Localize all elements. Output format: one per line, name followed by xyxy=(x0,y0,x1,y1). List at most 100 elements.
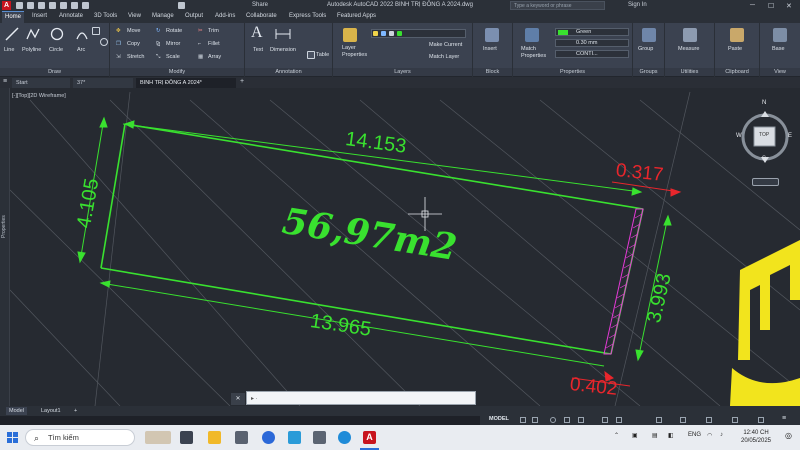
task-view-icon[interactable] xyxy=(180,431,193,444)
tab-featured-apps[interactable]: Featured Apps xyxy=(337,13,376,19)
workspace-switch-icon[interactable] xyxy=(680,417,686,423)
wifi-icon[interactable]: ◠ xyxy=(707,432,712,439)
chrome-icon[interactable] xyxy=(338,431,351,444)
viewcube-east-label[interactable]: E xyxy=(788,133,792,139)
circle-icon[interactable] xyxy=(50,27,64,41)
array-button[interactable]: Array xyxy=(208,54,221,60)
plot-icon[interactable] xyxy=(82,2,89,9)
clean-screen-icon[interactable] xyxy=(758,417,764,423)
file-tab-start[interactable]: Start xyxy=(12,78,70,88)
polyline-icon[interactable] xyxy=(26,27,40,41)
dimension-button[interactable]: Dimension xyxy=(270,47,296,53)
tab-output[interactable]: Output xyxy=(185,13,203,19)
text-icon[interactable]: A xyxy=(251,24,263,42)
annotation-scale-icon[interactable] xyxy=(656,417,662,423)
hardware-acceleration-icon[interactable] xyxy=(732,417,738,423)
app-icon[interactable] xyxy=(235,431,248,444)
line-button[interactable]: Line xyxy=(4,47,14,53)
lineweight-icon[interactable] xyxy=(602,417,608,423)
share-button[interactable]: Share xyxy=(252,2,268,8)
insert-button[interactable]: Insert xyxy=(483,46,497,52)
ellipse-icon[interactable] xyxy=(100,38,108,46)
drawing-canvas[interactable]: Properties [-][Top][2D Wireframe] TOP N … xyxy=(0,88,800,406)
taskbar-search-input[interactable]: ⌕ Tìm kiếm xyxy=(25,429,135,446)
file-tab-active[interactable]: BINH TRỊ ĐÔNG A 2024* xyxy=(136,78,236,88)
scale-button[interactable]: Scale xyxy=(166,54,180,60)
tray-expand-icon[interactable]: ⌃ xyxy=(614,432,619,439)
autocad-taskbar-icon[interactable]: A xyxy=(363,431,376,444)
viewcube-north-label[interactable]: N xyxy=(762,100,766,106)
tab-home[interactable]: Home xyxy=(2,11,25,23)
match-properties-icon[interactable] xyxy=(525,28,539,42)
isolate-objects-icon[interactable] xyxy=(706,417,712,423)
ortho-icon[interactable] xyxy=(550,417,556,423)
layer-properties-button[interactable]: Layer Properties xyxy=(342,45,370,59)
tab-3d-tools[interactable]: 3D Tools xyxy=(94,13,117,19)
save-icon[interactable] xyxy=(38,2,45,9)
tab-layout1[interactable]: Layout1 xyxy=(38,407,64,415)
match-layer-button[interactable]: Match Layer xyxy=(429,54,459,60)
new-tab-icon[interactable]: + xyxy=(240,78,244,85)
menu-icon[interactable]: ≡ xyxy=(3,78,7,85)
match-properties-button[interactable]: Match Properties xyxy=(521,46,551,60)
group-button[interactable]: Group xyxy=(638,46,653,52)
tab-add-ins[interactable]: Add-ins xyxy=(215,13,235,19)
zalo-icon[interactable] xyxy=(288,431,301,444)
mirror-button[interactable]: Mirror xyxy=(166,41,180,47)
paste-icon[interactable] xyxy=(730,28,744,42)
open-file-icon[interactable] xyxy=(27,2,34,9)
maximize-icon[interactable]: ☐ xyxy=(768,2,774,10)
layer-properties-icon[interactable] xyxy=(343,28,357,42)
wcs-menu-button[interactable] xyxy=(752,178,779,186)
redo-icon[interactable] xyxy=(71,2,78,9)
base-button[interactable]: Base xyxy=(772,46,785,52)
tray-network-icon[interactable]: ▤ xyxy=(652,432,658,439)
tab-manage[interactable]: Manage xyxy=(152,13,174,19)
snap-icon[interactable] xyxy=(532,417,538,423)
command-line-close-icon[interactable]: ✕ xyxy=(231,393,245,405)
app-icon-2[interactable] xyxy=(313,431,326,444)
table-button[interactable]: Table xyxy=(316,52,329,58)
windows-start-icon[interactable] xyxy=(7,432,18,443)
undo-icon[interactable] xyxy=(60,2,67,9)
new-file-icon[interactable] xyxy=(16,2,23,9)
move-button[interactable]: Move xyxy=(127,28,140,34)
tab-insert[interactable]: Insert xyxy=(32,13,47,19)
fillet-button[interactable]: Fillet xyxy=(208,41,220,47)
notifications-icon[interactable]: ◎ xyxy=(785,431,792,440)
news-widget-icon[interactable] xyxy=(145,431,171,444)
paste-button[interactable]: Paste xyxy=(728,46,742,52)
tray-app-icon-2[interactable]: ◧ xyxy=(668,432,674,439)
copy-button[interactable]: Copy xyxy=(127,41,140,47)
customization-icon[interactable]: ≡ xyxy=(782,415,786,422)
grid-icon[interactable] xyxy=(520,417,526,423)
viewcube-west-label[interactable]: W xyxy=(736,133,742,139)
tab-view[interactable]: View xyxy=(128,13,141,19)
polyline-button[interactable]: Polyline xyxy=(22,47,41,53)
viewport-controls-label[interactable]: [-][Top][2D Wireframe] xyxy=(12,93,66,99)
language-indicator[interactable]: ENG xyxy=(688,432,701,438)
linetype-dropdown[interactable]: CONTI... xyxy=(555,50,629,58)
lineweight-dropdown[interactable]: 0.30 mm xyxy=(555,39,629,47)
polar-icon[interactable] xyxy=(564,417,570,423)
tab-express-tools[interactable]: Express Tools xyxy=(289,13,326,19)
measure-icon[interactable] xyxy=(683,28,697,42)
measure-button[interactable]: Measure xyxy=(678,46,699,52)
circle-button[interactable]: Circle xyxy=(49,47,63,53)
osnap-icon[interactable] xyxy=(578,417,584,423)
edge-browser-icon[interactable] xyxy=(262,431,275,444)
rectangle-icon[interactable] xyxy=(92,27,100,35)
model-space-button[interactable]: MODEL xyxy=(489,416,509,422)
sign-in-button[interactable]: Sign In xyxy=(628,2,647,8)
file-tab-37[interactable]: 37* xyxy=(73,78,133,88)
trim-button[interactable]: Trim xyxy=(208,28,219,34)
group-icon[interactable] xyxy=(642,28,656,42)
arc-button[interactable]: Arc xyxy=(77,47,85,53)
dimension-icon[interactable] xyxy=(275,27,291,41)
tab-collaborate[interactable]: Collaborate xyxy=(246,13,277,19)
stretch-button[interactable]: Stretch xyxy=(127,54,144,60)
tab-annotate[interactable]: Annotate xyxy=(59,13,83,19)
tab-model[interactable]: Model xyxy=(6,407,27,415)
command-line-input[interactable]: ✕ ▸ · xyxy=(231,391,476,405)
workspace-icon[interactable] xyxy=(178,2,185,9)
